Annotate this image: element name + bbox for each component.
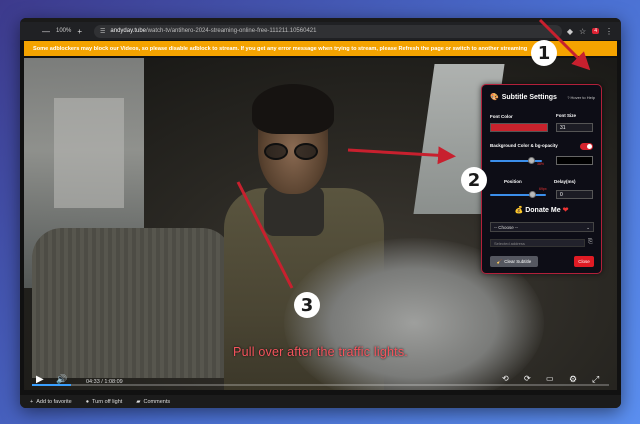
bulb-icon: ● [85,398,90,405]
position-slider[interactable] [490,194,546,196]
font-size-label: Font Size [556,113,576,118]
heart-icon: ❤ [562,207,569,214]
volume-icon[interactable]: 🔊 [56,374,67,385]
turn-off-light-button[interactable]: ● Turn off light [86,399,123,405]
url-field[interactable]: ☰ andyday.tube/watch-tv/antihero-2024-st… [94,24,563,38]
position-knob[interactable] [528,191,536,198]
crypto-select[interactable]: -- Choose -- ⌄ [490,222,594,232]
position-label: Position [504,179,522,184]
panel-title: Subtitle Settings [501,93,557,101]
delay-label: Delay(ms) [554,179,576,184]
address-field[interactable]: Selected address [490,239,585,247]
zoom-level: 100% [56,28,72,34]
settings-icon[interactable]: ⚙ [569,374,577,385]
forward-icon[interactable]: ⟳ [524,374,531,383]
annotation-badge-2: 2 [461,167,487,193]
add-favorite-button[interactable]: + Add to favorite [30,399,72,405]
bg-toggle[interactable] [580,143,593,150]
star-icon[interactable]: ☆ [579,27,586,36]
subtitle-settings-panel: 🎨 Subtitle Settings ? Hover to Help Font… [481,84,602,274]
url-host: andyday.tube [110,28,147,34]
address-bar: — 100% + ☰ andyday.tube/watch-tv/antiher… [20,22,621,40]
palette-icon: 🎨 [490,94,499,101]
bg-color-label: Background Color & bg-opacity [490,143,558,148]
font-color-label: Font Color [490,114,513,119]
extension-badge[interactable]: 4 [592,28,599,34]
comments-button[interactable]: ▰ Comments [136,399,170,405]
font-color-picker[interactable] [490,123,548,132]
video-subtitle: Pull over after the traffic lights. [233,345,408,359]
money-bag-icon: 💰 [514,207,524,214]
chevron-down-icon: ⌄ [586,225,590,230]
position-value: 69px [539,187,547,191]
bg-opacity-knob[interactable] [527,157,535,164]
duration: 1:08:09 [104,379,123,385]
clear-subtitle-button[interactable]: 🧹 Clear Subtitle [490,256,538,267]
annotation-badge-3: 3 [294,292,320,318]
play-icon[interactable]: ▶ [36,374,44,385]
help-link: Hover to Help [570,95,595,100]
copy-icon[interactable]: ⎘ [588,239,593,246]
plus-icon: + [30,398,34,405]
captions-icon[interactable]: ▭ [546,374,554,383]
bg-color-picker[interactable] [556,156,593,165]
donate-label: Donate Me [525,207,561,214]
broom-icon: 🧹 [496,258,503,264]
current-time: 04:33 [86,379,100,385]
action-bar: + Add to favorite ● Turn off light ▰ Commen… [20,395,621,408]
rewind-icon[interactable]: ⟲ [502,374,509,383]
close-button[interactable]: Close [574,256,594,267]
annotation-badge-1: 1 [531,40,557,66]
url-path: /watch-tv/antihero-2024-streaming-online… [146,28,317,34]
site-info-icon[interactable]: ☰ [100,28,105,35]
zoom-controls: — 100% + [20,27,82,36]
bg-opacity-value: 38% [537,162,545,166]
zoom-out-button[interactable]: — [42,27,50,36]
comment-icon: ▰ [136,398,141,405]
fullscreen-icon[interactable]: ⤢ [592,374,599,385]
video-building [54,98,124,208]
zoom-in-button[interactable]: + [77,27,82,36]
delay-input[interactable]: 0 [556,190,593,199]
shield-icon[interactable]: ◆ [567,27,573,36]
adblock-banner: Some adblockers may block our Videos, so… [24,41,617,56]
font-size-input[interactable]: 31 [556,123,593,132]
menu-icon[interactable]: ⋮ [605,27,613,36]
